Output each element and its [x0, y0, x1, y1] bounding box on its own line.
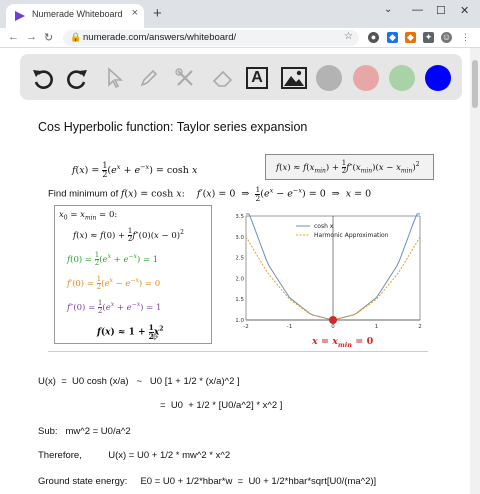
deriv-line-f0: f(0) = 1 2 (ex + e−x) = 1	[67, 251, 159, 267]
lock-icon: 🔒	[70, 32, 82, 42]
minimum-label: x = xmin = 0	[312, 336, 374, 349]
x-tick-label: 1	[375, 324, 379, 330]
image-icon[interactable]	[281, 65, 307, 91]
x-tick-label: -1	[287, 324, 292, 330]
forward-icon[interactable]: →	[26, 31, 37, 43]
numerade-logo-icon	[15, 11, 25, 21]
color-swatch-green[interactable]	[389, 65, 415, 91]
menu-kebab-icon[interactable]: ⋮	[460, 32, 471, 43]
tab-numerade-whiteboard[interactable]: Numerade Whiteboard ×	[6, 4, 144, 28]
deriv-line-xmin: x0 = xmin = 0:	[59, 210, 118, 222]
color-swatch-gray[interactable]	[316, 65, 342, 91]
tools-icon[interactable]	[172, 65, 198, 91]
legend-label-0: cosh x	[314, 223, 334, 230]
profile-avatar[interactable]: ☺	[441, 32, 452, 43]
find-min-label: Find minimum of	[48, 188, 121, 200]
minimum-point	[329, 316, 337, 324]
extension-icon-1[interactable]: ●	[368, 32, 379, 43]
cursor-icon: ✥	[151, 332, 159, 342]
taylor-expansion-formula: f(x) ≈ f(xmin) + 1 2 f″(xmin)(x − xmin)2	[276, 159, 420, 175]
text-line-therefore: Therefore, U(x) = U0 + 1/2 * mw^2 * x^2	[38, 450, 231, 461]
bookmark-star-icon[interactable]: ☆	[344, 31, 353, 42]
text-line-ground-state: Ground state energy: E0 = U0 + 1/2*hbar*…	[38, 476, 377, 487]
url-field[interactable]: 🔒 numerade.com/answers/whiteboard/ ☆	[63, 30, 359, 46]
text-line-potential: U(x) = U0 cosh (x/a) ~ U0 [1 + 1/2 * (x/…	[38, 376, 240, 387]
color-swatch-blue[interactable]	[425, 65, 451, 91]
new-tab-button[interactable]: +	[153, 5, 162, 22]
legend-label-1: Harmonic Approximation	[314, 232, 389, 239]
tab-title: Numerade Whiteboard	[32, 9, 123, 19]
back-icon[interactable]: ←	[8, 31, 19, 43]
y-tick-label: 3.5	[236, 214, 244, 220]
scrollbar-thumb[interactable]	[472, 60, 478, 108]
eraser-icon[interactable]	[210, 65, 236, 91]
deriv-line-f2: f″(0) = 1 2 (ex + e−x) = 1	[67, 299, 162, 315]
extension-icon-3[interactable]: ◆	[405, 32, 416, 43]
extensions-puzzle-icon[interactable]: ✦	[423, 32, 434, 43]
page-viewport: A Cos Hyperbolic function: Taylor series…	[0, 48, 470, 494]
x-tick-label: 2	[418, 324, 422, 330]
minimize-button[interactable]: —	[412, 4, 423, 16]
url-text: numerade.com/answers/whiteboard/	[83, 32, 237, 43]
y-tick-label: 2.0	[236, 276, 244, 282]
text-icon[interactable]: A	[246, 67, 268, 89]
page-scrollbar[interactable]	[470, 48, 480, 494]
tab-strip: Numerade Whiteboard × + ⌄ — ☐ ✕	[0, 0, 480, 28]
undo-icon[interactable]	[30, 65, 56, 91]
deriv-line-approx: f(x) ≈ f(0) + 1 2 f″(0)(x − 0)2	[73, 227, 184, 243]
color-swatch-pink[interactable]	[353, 65, 379, 91]
whiteboard-toolbar: A	[20, 54, 462, 100]
cosh-chart: -2 -1 0 1 2 1.0 1.5 2.0 2.5 3.0 3.5 cosh x Harmonic…	[236, 213, 422, 330]
maximize-button[interactable]: ☐	[436, 4, 446, 17]
find-minimum-line: Find minimum of f(x) = cosh x: f′(x) = 0…	[48, 185, 372, 203]
redo-icon[interactable]	[64, 65, 90, 91]
tab-close-icon[interactable]: ×	[132, 7, 138, 19]
reload-icon[interactable]: ↻	[44, 31, 53, 44]
text-line-sub: Sub: mw^2 = U0/a^2	[38, 426, 131, 437]
deriv-line-f1: f′(0) = 1 2 (ex − e−x) = 0	[67, 275, 161, 291]
y-tick-label: 2.5	[236, 256, 244, 262]
address-bar: ← → ↻ 🔒 numerade.com/answers/whiteboard/…	[0, 28, 480, 48]
y-tick-label: 1.5	[236, 297, 244, 303]
extension-icon-2[interactable]: ◆	[387, 32, 398, 43]
board-title: Cos Hyperbolic function: Taylor series e…	[38, 120, 308, 134]
pointer-icon[interactable]	[102, 65, 128, 91]
x-tick-label: -2	[243, 324, 248, 330]
cosh-definition: f(x) = 1 2 (ex + e−x) = cosh x	[72, 161, 198, 179]
derivation-box: x0 = xmin = 0: f(x) ≈ f(0) + 1 2 f″(0)(x −…	[54, 205, 212, 344]
y-tick-label: 3.0	[236, 235, 244, 241]
pen-icon[interactable]	[136, 65, 162, 91]
close-window-button[interactable]: ✕	[460, 4, 469, 17]
tab-search-icon[interactable]: ⌄	[384, 4, 392, 15]
section-divider	[48, 351, 428, 352]
text-line-expanded: = U0 + 1/2 * [U0/a^2] * x^2 ]	[160, 400, 283, 411]
x-tick-label: 0	[331, 324, 335, 330]
taylor-expansion-box: f(x) ≈ f(xmin) + 1 2 f″(xmin)(x − xmin)2	[265, 154, 434, 180]
y-tick-label: 1.0	[236, 318, 244, 324]
